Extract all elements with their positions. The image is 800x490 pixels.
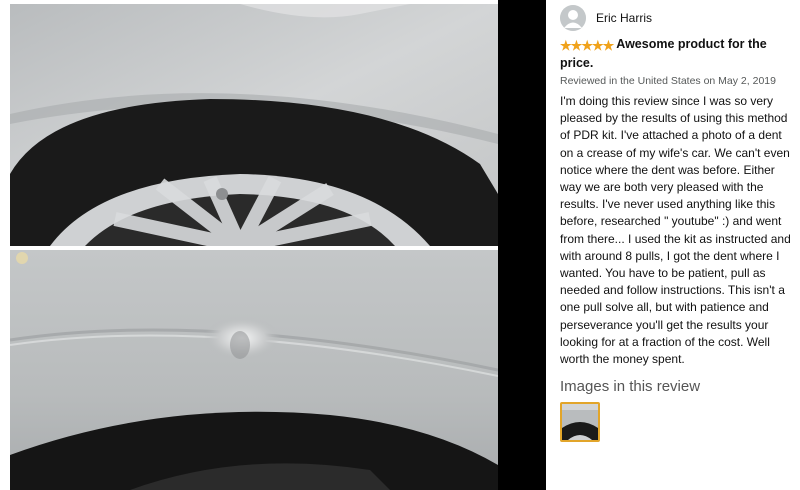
review-meta: Reviewed in the United States on May 2, … — [560, 75, 776, 87]
review-image-thumbnail[interactable] — [560, 402, 600, 443]
review-body: I'm doing this review since I was so ver… — [560, 94, 791, 367]
star-icon: ★ — [570, 38, 583, 53]
review-photo-area — [0, 0, 500, 490]
thumbnail-image — [562, 404, 598, 441]
star-icon: ★ — [591, 38, 604, 53]
review-title-row: ★★★★★ Awesome product for the price. — [560, 36, 800, 72]
avatar — [560, 5, 586, 31]
reviewer-name[interactable]: Eric Harris — [596, 11, 652, 25]
review-panel: Eric Harris ★★★★★ Awesome product for th… — [546, 0, 800, 490]
star-rating: ★★★★★ — [560, 37, 615, 55]
review-photo-before — [10, 250, 498, 490]
user-silhouette-icon — [560, 5, 586, 31]
images-heading: Images in this review — [560, 378, 701, 396]
review-photo-after — [10, 4, 498, 246]
divider-strip — [498, 0, 546, 490]
star-icon: ★ — [560, 38, 572, 53]
star-icon: ★ — [602, 38, 615, 53]
star-icon: ★ — [581, 38, 593, 53]
review-viewer: Eric Harris ★★★★★ Awesome product for th… — [0, 0, 800, 490]
reviewer-profile[interactable]: Eric Harris — [560, 2, 800, 34]
